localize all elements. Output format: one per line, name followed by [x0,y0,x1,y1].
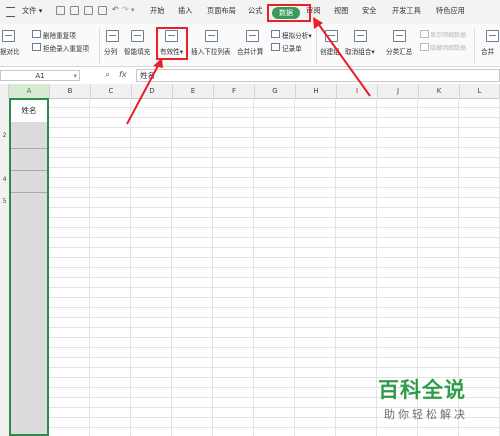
arrow-to-data-tab [316,21,371,97]
watermark-subtitle: 助你轻松解决 [384,408,468,421]
watermark-title: 百科全说 [378,378,466,402]
annotation-arrows [126,17,371,125]
arrowhead-icon [153,58,163,68]
arrow-to-validity [126,61,161,125]
